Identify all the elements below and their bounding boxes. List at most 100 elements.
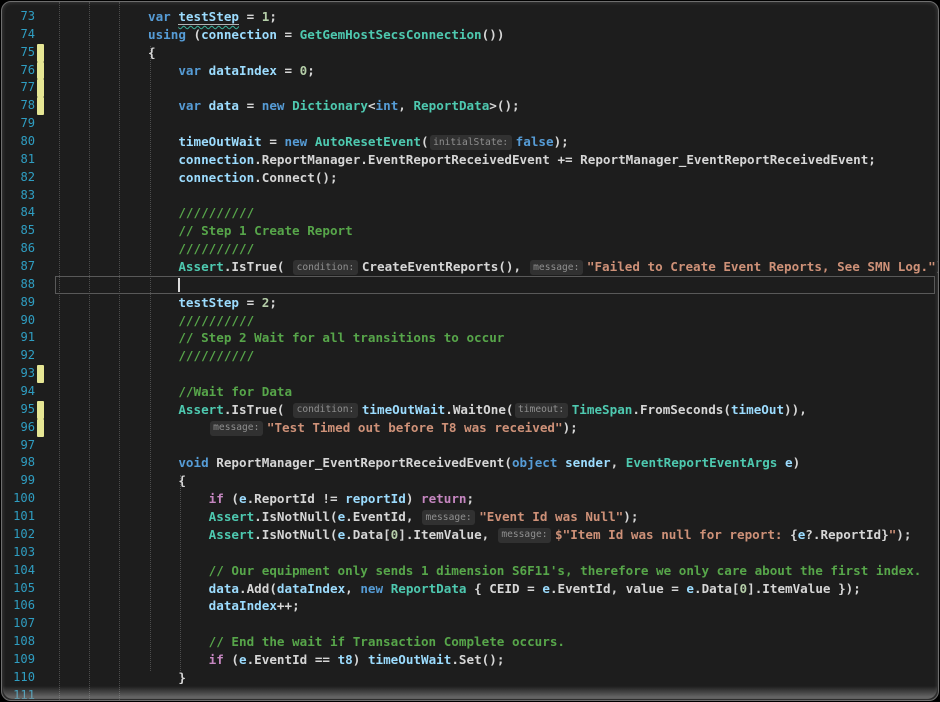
line-number[interactable]: 83 <box>2 187 35 205</box>
line-number[interactable]: 107 <box>2 615 35 633</box>
line-number[interactable]: 110 <box>2 669 35 687</box>
line-number[interactable]: 75 <box>2 44 35 62</box>
code-line[interactable]: 96 message:"Test Timed out before T8 was… <box>2 419 938 437</box>
line-number[interactable]: 98 <box>2 454 35 472</box>
code-line[interactable]: 93 <box>2 365 938 383</box>
code-line[interactable]: 99 { <box>2 472 938 490</box>
code-token <box>57 27 148 42</box>
code-line[interactable]: 77 <box>2 79 938 97</box>
code-token <box>57 491 209 506</box>
line-number[interactable]: 74 <box>2 26 35 44</box>
code-line[interactable]: 86 ////////// <box>2 240 938 258</box>
line-number[interactable]: 101 <box>2 508 35 526</box>
line-number[interactable]: 99 <box>2 472 35 490</box>
code-line[interactable]: 89 testStep = 2; <box>2 294 938 312</box>
line-number[interactable]: 97 <box>2 437 35 455</box>
code-line[interactable]: 84 ////////// <box>2 204 938 222</box>
line-number[interactable]: 88 <box>2 276 35 294</box>
line-number[interactable]: 76 <box>2 62 35 80</box>
gutter-margin <box>35 580 45 598</box>
code-line[interactable]: 103 <box>2 544 938 562</box>
code-line[interactable]: 80 timeOutWait = new AutoResetEvent(init… <box>2 133 938 151</box>
code-line[interactable]: 101 Assert.IsNotNull(e.EventId, message:… <box>2 508 938 526</box>
gutter-margin <box>35 437 45 455</box>
line-number[interactable]: 89 <box>2 294 35 312</box>
code-line[interactable]: 79 <box>2 115 938 133</box>
code-line[interactable]: 82 connection.Connect(); <box>2 169 938 187</box>
line-number[interactable]: 78 <box>2 97 35 115</box>
code-line[interactable]: 78 var data = new Dictionary<int, Report… <box>2 97 938 115</box>
line-number[interactable]: 111 <box>2 687 35 701</box>
gutter-margin <box>35 615 45 633</box>
code-token: Assert <box>178 259 224 274</box>
code-line[interactable]: 110 } <box>2 669 938 687</box>
change-indicator <box>37 365 44 383</box>
line-number[interactable]: 80 <box>2 133 35 151</box>
code-line[interactable]: 92 ////////// <box>2 347 938 365</box>
code-token <box>57 170 178 185</box>
line-number[interactable]: 94 <box>2 383 35 401</box>
line-number[interactable]: 86 <box>2 240 35 258</box>
code-line[interactable]: 75 { <box>2 44 938 62</box>
gutter-margin <box>35 115 45 133</box>
line-number[interactable]: 93 <box>2 365 35 383</box>
code-line[interactable]: 85 // Step 1 Create Report <box>2 222 938 240</box>
code-token: Assert <box>209 509 255 524</box>
code-line[interactable]: 76 var dataIndex = 0; <box>2 62 938 80</box>
code-line[interactable]: 73 var testStep = 1; <box>2 8 938 26</box>
line-number[interactable]: 100 <box>2 490 35 508</box>
code-line[interactable]: 88 <box>2 276 938 294</box>
code-line[interactable]: 90 ////////// <box>2 312 938 330</box>
line-number[interactable]: 106 <box>2 597 35 615</box>
line-number[interactable]: 109 <box>2 651 35 669</box>
code-text: ////////// <box>45 204 938 222</box>
line-number[interactable]: 81 <box>2 151 35 169</box>
code-text: testStep = 2; <box>45 294 938 312</box>
code-line[interactable]: 94 //Wait for Data <box>2 383 938 401</box>
line-number[interactable]: 77 <box>2 79 35 97</box>
code-token: "Failed to Create Event Reports, See SMN… <box>587 259 936 274</box>
code-line[interactable]: 109 if (e.EventId == t8) timeOutWait.Set… <box>2 651 938 669</box>
code-line[interactable]: 104 // Our equipment only sends 1 dimens… <box>2 562 938 580</box>
line-number[interactable]: 82 <box>2 169 35 187</box>
line-number[interactable]: 92 <box>2 347 35 365</box>
code-line[interactable]: 106 dataIndex++; <box>2 597 938 615</box>
line-number[interactable]: 104 <box>2 562 35 580</box>
line-number[interactable]: 84 <box>2 204 35 222</box>
line-number[interactable]: 73 <box>2 8 35 26</box>
line-number[interactable]: 105 <box>2 580 35 598</box>
code-token: ); <box>896 527 911 542</box>
code-line[interactable]: 83 <box>2 187 938 205</box>
line-number[interactable]: 96 <box>2 419 35 437</box>
code-line[interactable]: 74 using (connection = GetGemHostSecsCon… <box>2 26 938 44</box>
line-number[interactable]: 79 <box>2 115 35 133</box>
code-line[interactable]: 97 <box>2 437 938 455</box>
code-line[interactable]: 111 <box>2 687 938 701</box>
line-number[interactable]: 87 <box>2 258 35 276</box>
code-line[interactable]: 98 void ReportManager_EventReportReceive… <box>2 454 938 472</box>
code-token <box>777 455 785 470</box>
line-number[interactable]: 91 <box>2 329 35 347</box>
gutter-margin <box>35 651 45 669</box>
code-line[interactable]: 95 Assert.IsTrue( condition:timeOutWait.… <box>2 401 938 419</box>
code-line[interactable]: 108 // End the wait if Transaction Compl… <box>2 633 938 651</box>
code-token: timeOut <box>731 402 784 417</box>
code-line[interactable]: 81 connection.ReportManager.EventReportR… <box>2 151 938 169</box>
line-number[interactable]: 103 <box>2 544 35 562</box>
line-number[interactable]: 95 <box>2 401 35 419</box>
line-number[interactable]: 85 <box>2 222 35 240</box>
code-line[interactable]: 105 data.Add(dataIndex, new ReportData {… <box>2 580 938 598</box>
code-token: //Wait for Data <box>178 384 292 399</box>
gutter-margin <box>35 472 45 490</box>
code-token: , <box>398 98 413 113</box>
line-number[interactable]: 108 <box>2 633 35 651</box>
line-number[interactable]: 90 <box>2 312 35 330</box>
code-line[interactable]: 107 <box>2 615 938 633</box>
line-number[interactable]: 102 <box>2 526 35 544</box>
code-line[interactable]: 100 if (e.ReportId != reportId) return; <box>2 490 938 508</box>
code-line[interactable]: 91 // Step 2 Wait for all transitions to… <box>2 329 938 347</box>
code-line[interactable]: 102 Assert.IsNotNull(e.Data[0].ItemValue… <box>2 526 938 544</box>
code-line[interactable]: 87 Assert.IsTrue( condition:CreateEventR… <box>2 258 938 276</box>
parameter-name-hint: message: <box>210 421 263 436</box>
code-token <box>57 205 178 220</box>
